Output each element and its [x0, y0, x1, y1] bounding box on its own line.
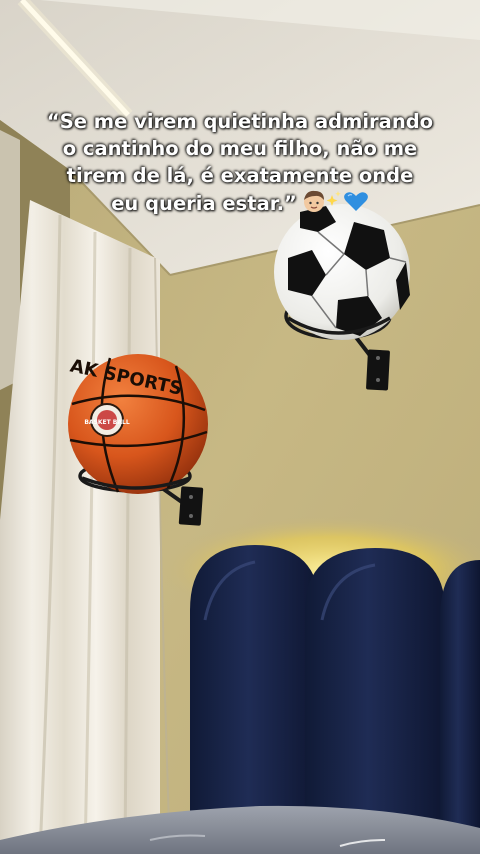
basketball: AK SPORTS BASKET BALL	[68, 354, 208, 494]
curtain	[0, 200, 171, 854]
caption-line-2: o cantinho do meu filho, não me	[62, 137, 418, 160]
photo-stage: AK SPORTS BASKET BALL “Se me virem quiet…	[0, 0, 480, 854]
boy-emoji-icon	[303, 190, 324, 212]
headboard-panel-right	[440, 560, 480, 854]
caption-line-1: “Se me virem quietinha admirando	[46, 110, 434, 133]
blue-heart-emoji-icon	[343, 192, 368, 211]
caption-emojis	[303, 189, 369, 220]
sparkles-emoji-icon	[326, 191, 341, 206]
caption-line-4: eu queria estar.”	[18, 189, 462, 220]
caption-overlay: “Se me virem quietinha admirando o canti…	[18, 108, 462, 220]
basketball-badge-text: BASKET BALL	[84, 419, 130, 426]
caption-line-4-text: eu queria estar.”	[111, 192, 297, 215]
caption-line-3: tirem de lá, é exatamente onde	[66, 164, 414, 187]
